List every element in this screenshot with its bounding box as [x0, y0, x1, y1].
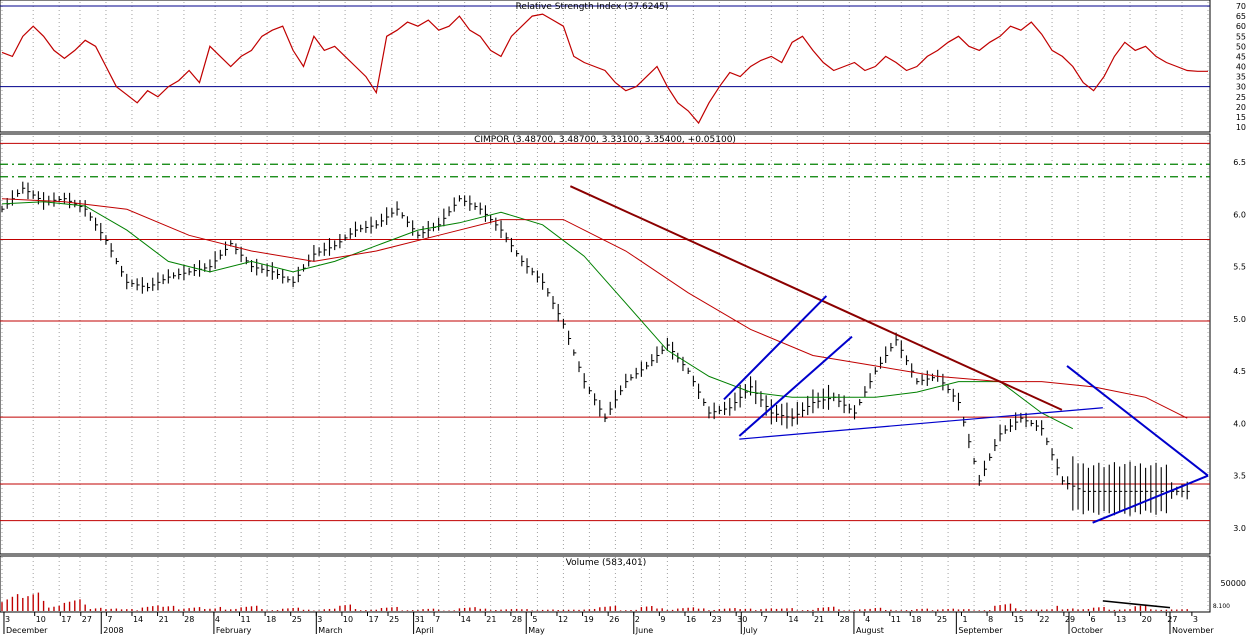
x-month-tick-label: May — [528, 626, 545, 635]
x-month-tick-label: September — [958, 626, 1003, 635]
rsi-y-tick-label: 40 — [1236, 63, 1246, 72]
rsi-y-tick-label: 50 — [1236, 42, 1246, 51]
x-day-tick-label: 14 — [133, 615, 143, 624]
volume-y-tick-label: 50000 — [1221, 579, 1246, 588]
rsi-y-tick-label: 35 — [1236, 73, 1246, 82]
x-day-tick-label: 10 — [343, 615, 353, 624]
x-day-tick-label: 20 — [1142, 615, 1152, 624]
stock-chart: 70 65 60 55 50 45 40 35 30 25 20 15 10 Relative Stre… — [0, 0, 1250, 636]
rsi-y-tick-label: 30 — [1236, 83, 1246, 92]
x-day-tick-label: 25 — [292, 615, 302, 624]
x-day-tick-label: 26 — [609, 615, 619, 624]
price-y-tick-label: 4.0 — [1233, 419, 1246, 428]
x-day-tick-label: 1 — [962, 615, 967, 624]
x-day-tick-label: 5 — [532, 615, 537, 624]
x-day-tick-label: 14 — [461, 615, 471, 624]
x-day-tick-label: 7 — [107, 615, 112, 624]
x-day-tick-label: 29 — [1065, 615, 1075, 624]
x-day-tick-label: 17 — [61, 615, 71, 624]
x-day-tick-label: 25 — [389, 615, 399, 624]
x-day-tick-label: 7 — [763, 615, 768, 624]
x-day-tick-label: 27 — [1167, 615, 1177, 624]
price-y-tick-label: 5.0 — [1233, 315, 1246, 324]
x-day-tick-label: 14 — [788, 615, 798, 624]
x-day-tick-label: 6 — [1090, 615, 1095, 624]
x-day-tick-label: 10 — [36, 615, 46, 624]
x-day-tick-label: 17 — [369, 615, 379, 624]
x-month-tick-label: April — [416, 626, 434, 635]
x-day-tick-label: 25 — [937, 615, 947, 624]
x-month-tick-label: December — [6, 626, 48, 635]
rsi-y-tick-label: 70 — [1236, 2, 1246, 11]
x-day-tick-label: 28 — [840, 615, 850, 624]
x-day-tick-label: 28 — [184, 615, 194, 624]
chart-background — [0, 0, 1250, 636]
x-day-tick-label: 9 — [660, 615, 665, 624]
x-month-tick-label: November — [1172, 626, 1214, 635]
x-month-tick-label: 2008 — [103, 626, 123, 635]
x-day-tick-label: 22 — [1039, 615, 1049, 624]
x-day-tick-label: 8 — [988, 615, 993, 624]
price-y-tick-label: 5.5 — [1233, 263, 1246, 272]
x-day-tick-label: 21 — [159, 615, 169, 624]
x-day-tick-label: 2 — [635, 615, 640, 624]
x-day-tick-label: 13 — [1116, 615, 1126, 624]
x-month-tick-label: October — [1071, 626, 1104, 635]
x-day-tick-label: 16 — [686, 615, 696, 624]
price-y-tick-label: 4.5 — [1233, 367, 1246, 376]
x-day-tick-label: 23 — [712, 615, 722, 624]
x-month-tick-label: June — [635, 626, 654, 635]
volume-title: Volume (583,401) — [566, 558, 647, 568]
rsi-y-tick-label: 55 — [1236, 32, 1246, 41]
x-day-tick-label: 3 — [1193, 615, 1198, 624]
x-day-tick-label: 15 — [1014, 615, 1024, 624]
rsi-y-tick-label: 20 — [1236, 103, 1246, 112]
volume-y-tick-label-small: 8.100 — [1213, 603, 1230, 610]
x-month-tick-label: July — [742, 626, 758, 635]
x-day-tick-label: 7 — [435, 615, 440, 624]
price-title: CIMPOR (3.48700, 3.48700, 3.33100, 3.354… — [474, 135, 736, 145]
rsi-y-axis: 706560555045 40353025201510 — [1236, 2, 1246, 132]
x-day-tick-label: 21 — [814, 615, 824, 624]
x-day-tick-label: 4 — [215, 615, 220, 624]
rsi-y-tick-label: 25 — [1236, 93, 1246, 102]
rsi-y-tick-label: 15 — [1236, 113, 1246, 122]
x-month-tick-label: March — [318, 626, 342, 635]
rsi-y-tick-label: 10 — [1236, 123, 1246, 132]
x-day-tick-label: 4 — [865, 615, 870, 624]
x-day-tick-label: 12 — [558, 615, 568, 624]
x-day-tick-label: 31 — [415, 615, 425, 624]
x-day-tick-label: 18 — [911, 615, 921, 624]
x-month-tick-label: February — [216, 626, 252, 635]
x-day-tick-label: 21 — [486, 615, 496, 624]
x-day-tick-label: 19 — [584, 615, 594, 624]
x-day-tick-label: 28 — [512, 615, 522, 624]
price-y-tick-label: 3.5 — [1233, 472, 1246, 481]
rsi-title: Relative Strength Index (37.6245) — [516, 2, 669, 12]
price-y-tick-label: 3.0 — [1233, 524, 1246, 533]
chart-svg: 70656055504540353025201510 Relative Stre… — [0, 0, 1250, 636]
rsi-y-tick-label: 65 — [1236, 12, 1246, 21]
x-day-tick-label: 18 — [266, 615, 276, 624]
x-day-tick-label: 3 — [5, 615, 10, 624]
x-day-tick-label: 27 — [82, 615, 92, 624]
x-day-tick-label: 11 — [891, 615, 901, 624]
rsi-y-tick-label: 45 — [1236, 52, 1246, 61]
x-day-tick-label: 3 — [317, 615, 322, 624]
price-y-tick-label: 6.5 — [1233, 158, 1246, 167]
price-y-tick-label: 6.0 — [1233, 210, 1246, 219]
x-month-tick-label: August — [856, 626, 884, 635]
x-day-tick-label: 11 — [241, 615, 251, 624]
x-day-tick-label: 30 — [737, 615, 747, 624]
rsi-y-tick-label: 60 — [1236, 22, 1246, 31]
